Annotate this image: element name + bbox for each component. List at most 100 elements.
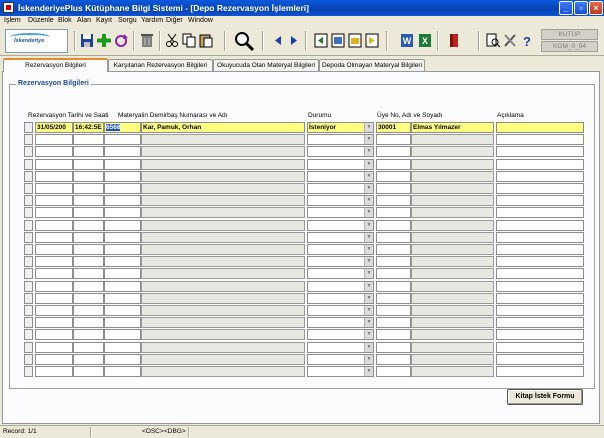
dropdown-arrow-icon[interactable]: ▼ [364, 160, 373, 169]
menu-blok[interactable]: Blok [58, 17, 72, 24]
time-cell[interactable] [73, 354, 104, 365]
dropdown-arrow-icon[interactable]: ▼ [364, 147, 373, 156]
material-no-cell[interactable] [104, 244, 141, 255]
material-name-cell[interactable] [141, 268, 305, 279]
note-cell[interactable] [496, 354, 584, 365]
dropdown-arrow-icon[interactable]: ▼ [364, 294, 373, 303]
member-name-cell[interactable] [411, 329, 494, 340]
first-page-icon[interactable] [314, 33, 328, 48]
word-icon[interactable]: W [400, 33, 414, 48]
grid-scrollbar[interactable] [24, 122, 33, 384]
note-cell[interactable] [496, 220, 584, 231]
tab-karsilanan-rezervasyon[interactable]: Karşılanan Rezervasyon Bilgileri [108, 59, 213, 71]
time-cell[interactable] [73, 329, 104, 340]
material-no-cell[interactable] [104, 134, 141, 145]
member-no-cell[interactable] [376, 354, 411, 365]
dropdown-arrow-icon[interactable]: ▼ [364, 330, 373, 339]
status-cell[interactable]: ▼ [307, 232, 374, 243]
time-cell[interactable] [73, 256, 104, 267]
member-name-cell[interactable] [411, 220, 494, 231]
member-no-cell[interactable] [376, 183, 411, 194]
material-name-cell[interactable] [141, 134, 305, 145]
date-cell[interactable] [35, 366, 73, 377]
material-name-cell[interactable] [141, 354, 305, 365]
status-cell[interactable]: ▼ [307, 354, 374, 365]
member-name-cell[interactable] [411, 366, 494, 377]
time-cell[interactable] [73, 293, 104, 304]
material-no-cell[interactable] [104, 220, 141, 231]
note-cell[interactable] [496, 268, 584, 279]
status-cell[interactable]: ▼ [307, 220, 374, 231]
menu-diger[interactable]: Diğer [166, 17, 183, 24]
dropdown-arrow-icon[interactable]: ▼ [364, 269, 373, 278]
menu-yardim[interactable]: Yardım [141, 17, 163, 24]
time-cell[interactable] [73, 146, 104, 157]
search-icon[interactable] [234, 31, 254, 51]
material-no-cell[interactable] [104, 342, 141, 353]
date-cell[interactable] [35, 293, 73, 304]
dropdown-arrow-icon[interactable]: ▼ [364, 221, 373, 230]
material-name-cell[interactable] [141, 329, 305, 340]
active-row-member-no-cell[interactable]: 30001 [376, 122, 411, 133]
material-name-cell[interactable] [141, 171, 305, 182]
time-cell[interactable] [73, 232, 104, 243]
material-name-cell[interactable] [141, 305, 305, 316]
note-cell[interactable] [496, 207, 584, 218]
material-name-cell[interactable] [141, 207, 305, 218]
menu-kayit[interactable]: Kayıt [96, 17, 112, 24]
member-name-cell[interactable] [411, 207, 494, 218]
member-name-cell[interactable] [411, 171, 494, 182]
member-no-cell[interactable] [376, 171, 411, 182]
date-cell[interactable] [35, 159, 73, 170]
time-cell[interactable] [73, 268, 104, 279]
date-cell[interactable] [35, 183, 73, 194]
time-cell[interactable] [73, 281, 104, 292]
date-cell[interactable] [35, 207, 73, 218]
dropdown-arrow-icon[interactable]: ▼ [364, 123, 373, 132]
active-row-material-no-cell[interactable]: 6568 [104, 122, 141, 133]
report-search-icon[interactable] [486, 33, 500, 48]
active-row-status-cell[interactable]: İsteniyor ▼ [307, 122, 374, 133]
menu-duzenle[interactable]: Düzenle [28, 17, 54, 24]
note-cell[interactable] [496, 317, 584, 328]
menu-sorgu[interactable]: Sorgu [118, 17, 137, 24]
dropdown-arrow-icon[interactable]: ▼ [364, 172, 373, 181]
exit-door-icon[interactable] [447, 33, 461, 48]
status-cell[interactable]: ▼ [307, 281, 374, 292]
dropdown-arrow-icon[interactable]: ▼ [364, 318, 373, 327]
request-form-button[interactable]: Kitap İstek Formu [507, 389, 583, 405]
member-no-cell[interactable] [376, 281, 411, 292]
member-no-cell[interactable] [376, 232, 411, 243]
material-no-cell[interactable] [104, 171, 141, 182]
material-name-cell[interactable] [141, 183, 305, 194]
dropdown-arrow-icon[interactable]: ▼ [364, 208, 373, 217]
material-no-cell[interactable] [104, 256, 141, 267]
member-no-cell[interactable] [376, 293, 411, 304]
member-name-cell[interactable] [411, 256, 494, 267]
status-cell[interactable]: ▼ [307, 159, 374, 170]
time-cell[interactable] [73, 134, 104, 145]
date-cell[interactable] [35, 244, 73, 255]
member-no-cell[interactable] [376, 342, 411, 353]
date-cell[interactable] [35, 232, 73, 243]
cut-icon[interactable] [165, 33, 179, 48]
help-icon[interactable]: ? [520, 33, 534, 48]
previous-record-icon[interactable] [271, 33, 285, 48]
dropdown-arrow-icon[interactable]: ▼ [364, 343, 373, 352]
note-cell[interactable] [496, 342, 584, 353]
time-cell[interactable] [73, 244, 104, 255]
status-cell[interactable]: ▼ [307, 342, 374, 353]
status-cell[interactable]: ▼ [307, 305, 374, 316]
member-name-cell[interactable] [411, 281, 494, 292]
minimize-button[interactable]: _ [559, 1, 573, 15]
member-no-cell[interactable] [376, 268, 411, 279]
note-cell[interactable] [496, 244, 584, 255]
image-icon[interactable] [331, 33, 345, 48]
time-cell[interactable] [73, 342, 104, 353]
menu-islem[interactable]: İşlem [4, 17, 21, 24]
member-name-cell[interactable] [411, 317, 494, 328]
status-cell[interactable]: ▼ [307, 268, 374, 279]
status-cell[interactable]: ▼ [307, 171, 374, 182]
dropdown-arrow-icon[interactable]: ▼ [364, 367, 373, 376]
date-cell[interactable] [35, 146, 73, 157]
